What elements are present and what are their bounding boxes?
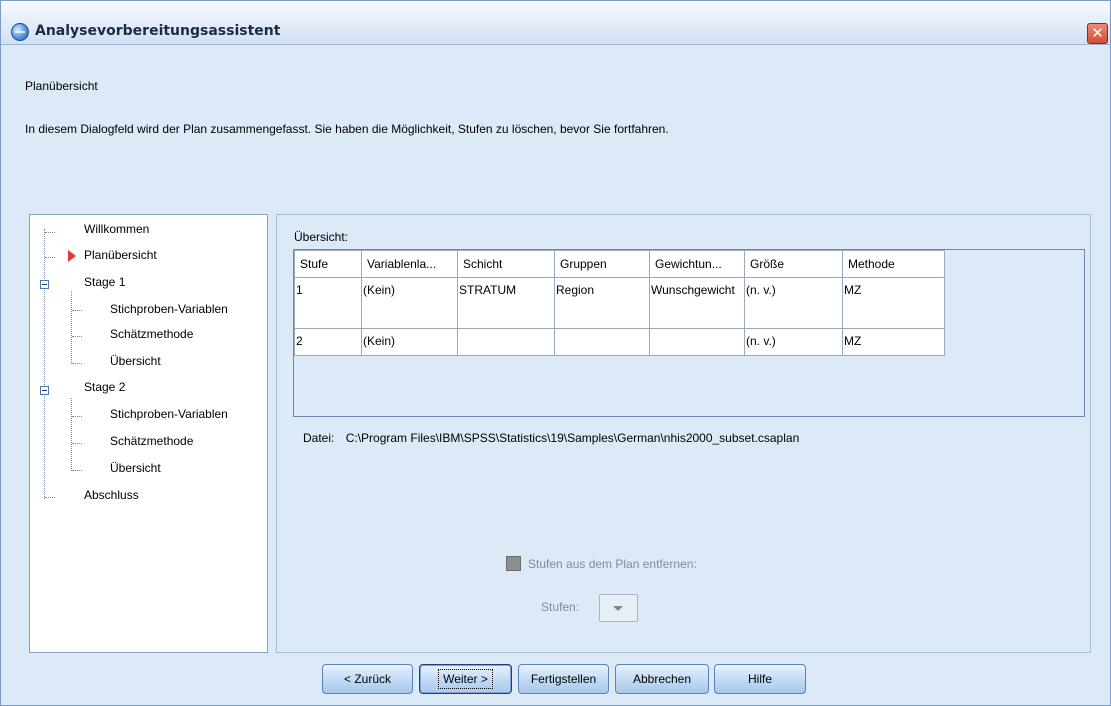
plan-file-line: Datei: C:\Program Files\IBM\SPSS\Statist…: [303, 431, 799, 445]
wizard-steps-tree: Willkommen Planübersicht Stage 1 Stichpr…: [29, 214, 268, 653]
cell-stufe[interactable]: 2: [294, 328, 362, 356]
column-header-stufe[interactable]: Stufe: [294, 250, 362, 278]
cell-variablenlabel[interactable]: (Kein): [361, 328, 458, 356]
tree-item-stage1[interactable]: Stage 1: [84, 275, 125, 289]
overview-table-container[interactable]: Stufe Variablenla... Schicht Gruppen Gew…: [293, 249, 1085, 417]
tree-guide-line: [71, 291, 72, 364]
overview-table[interactable]: Stufe Variablenla... Schicht Gruppen Gew…: [294, 250, 945, 356]
close-button[interactable]: ✕: [1087, 23, 1108, 44]
page-description: In diesem Dialogfeld wird der Plan zusam…: [25, 122, 669, 136]
collapse-stage2-icon[interactable]: [40, 386, 49, 395]
tree-item-stage1-schaetzmethode[interactable]: Schätzmethode: [110, 327, 193, 341]
file-path: C:\Program Files\IBM\SPSS\Statistics\19\…: [345, 431, 800, 445]
current-step-arrow-icon: [68, 250, 76, 262]
cell-schicht[interactable]: [457, 328, 555, 356]
next-button-label: Weiter >: [438, 669, 493, 689]
table-row[interactable]: 1 (Kein) STRATUM Region Wunschgewicht (n…: [294, 277, 945, 329]
file-label: Datei:: [303, 431, 335, 445]
tree-guide-line: [44, 229, 45, 499]
column-header-groesse[interactable]: Größe: [744, 250, 843, 278]
tree-item-abschluss[interactable]: Abschluss: [84, 488, 139, 502]
remove-stages-label: Stufen aus dem Plan entfernen:: [528, 557, 697, 571]
cell-schicht[interactable]: STRATUM: [457, 277, 555, 329]
tree-item-stage1-stichproben[interactable]: Stichproben-Variablen: [110, 302, 228, 316]
tree-item-planuebersicht[interactable]: Planübersicht: [84, 248, 157, 262]
tree-guide-line: [72, 363, 82, 364]
cell-methode[interactable]: MZ: [842, 328, 945, 356]
tree-item-stage2-uebersicht[interactable]: Übersicht: [110, 461, 161, 475]
tree-guide-line: [72, 336, 82, 337]
column-header-schicht[interactable]: Schicht: [457, 250, 555, 278]
cell-groesse[interactable]: (n. v.): [744, 277, 843, 329]
column-header-variablenlabel[interactable]: Variablenla...: [361, 250, 458, 278]
stages-label: Stufen:: [541, 600, 580, 614]
tree-guide-line: [72, 310, 82, 311]
window-title: Analysevorbereitungsassistent: [35, 23, 281, 39]
tree-item-stage2-stichproben[interactable]: Stichproben-Variablen: [110, 407, 228, 421]
wizard-window: Analysevorbereitungsassistent ✕ Planüber…: [0, 0, 1111, 706]
next-button[interactable]: Weiter >: [419, 664, 512, 694]
tree-item-stage2-schaetzmethode[interactable]: Schätzmethode: [110, 434, 193, 448]
cell-variablenlabel[interactable]: (Kein): [361, 277, 458, 329]
cancel-button[interactable]: Abbrechen: [615, 664, 709, 694]
tree-guide-line: [45, 257, 55, 258]
tree-guide-line: [72, 443, 82, 444]
cell-gruppen[interactable]: Region: [554, 277, 650, 329]
tree-guide-line: [72, 416, 82, 417]
tree-item-stage1-uebersicht[interactable]: Übersicht: [110, 354, 161, 368]
column-header-gruppen[interactable]: Gruppen: [554, 250, 650, 278]
tree-item-stage2[interactable]: Stage 2: [84, 380, 125, 394]
stages-dropdown[interactable]: [599, 594, 638, 622]
cell-gruppen[interactable]: [554, 328, 650, 356]
cell-methode[interactable]: MZ: [842, 277, 945, 329]
overview-label: Übersicht:: [294, 230, 349, 244]
cell-groesse[interactable]: (n. v.): [744, 328, 843, 356]
tree-item-willkommen[interactable]: Willkommen: [84, 222, 149, 236]
remove-stages-checkbox[interactable]: [506, 556, 521, 571]
column-header-gewichtung[interactable]: Gewichtun...: [649, 250, 745, 278]
spss-globe-icon: [11, 23, 29, 41]
tree-guide-line: [72, 470, 82, 471]
column-header-methode[interactable]: Methode: [842, 250, 945, 278]
finish-button[interactable]: Fertigstellen: [518, 664, 609, 694]
tree-guide-line: [45, 232, 55, 233]
collapse-stage1-icon[interactable]: [40, 280, 49, 289]
table-header-row: Stufe Variablenla... Schicht Gruppen Gew…: [294, 250, 945, 278]
cell-stufe[interactable]: 1: [294, 277, 362, 329]
title-bar: Analysevorbereitungsassistent ✕: [1, 1, 1110, 45]
table-row[interactable]: 2 (Kein) (n. v.) MZ: [294, 328, 945, 356]
tree-guide-line: [71, 398, 72, 471]
page-heading: Planübersicht: [25, 79, 98, 93]
cell-gewichtung[interactable]: Wunschgewicht: [649, 277, 745, 329]
cell-gewichtung[interactable]: [649, 328, 745, 356]
tree-guide-line: [45, 497, 55, 498]
back-button[interactable]: < Zurück: [322, 664, 413, 694]
help-button[interactable]: Hilfe: [714, 664, 806, 694]
